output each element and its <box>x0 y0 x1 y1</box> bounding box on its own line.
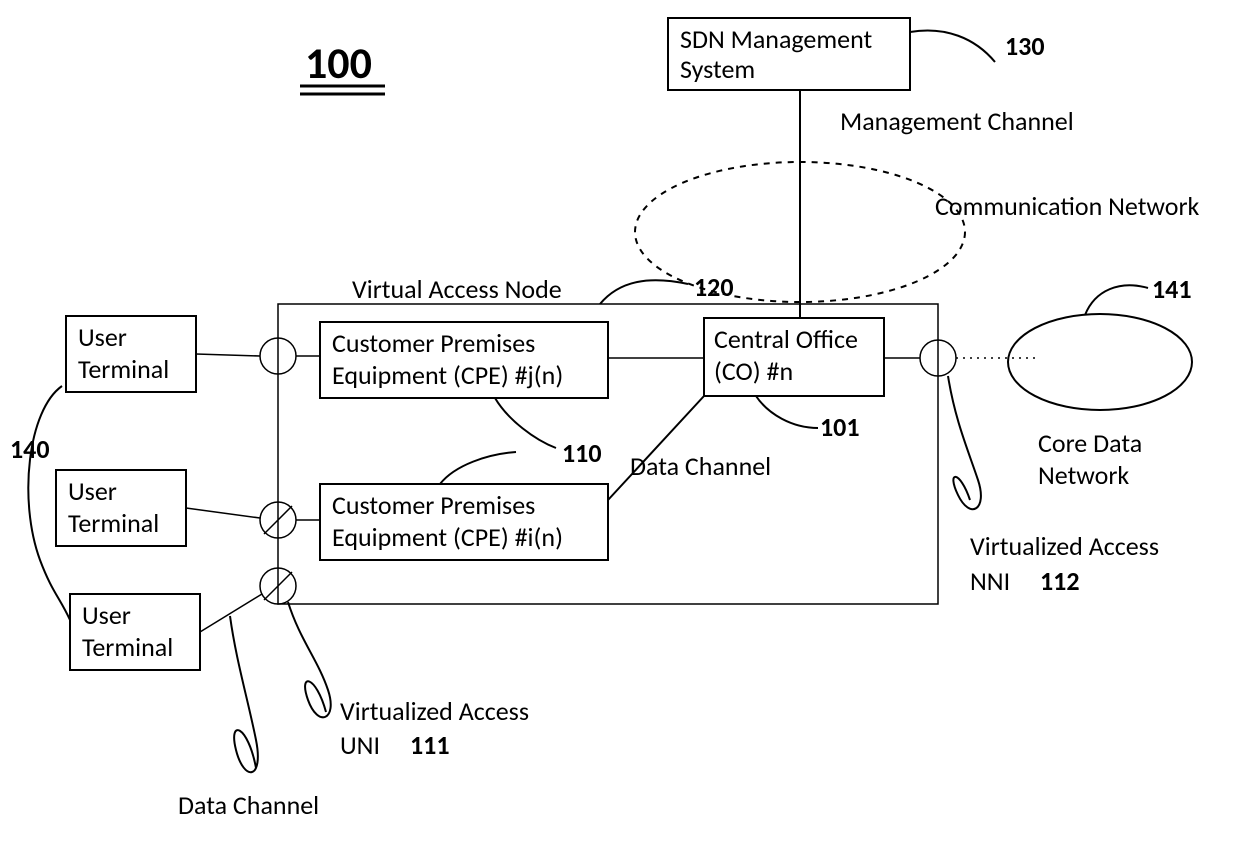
central-office-box: Central Office (CO) #n <box>704 318 884 396</box>
ut1-l1: User <box>78 321 127 353</box>
cpe-i-line2: Equipment (CPE) #i(n) <box>332 521 563 553</box>
cpe-j-line2: Equipment (CPE) #j(n) <box>332 359 563 391</box>
ref-112: 112 <box>1040 565 1080 597</box>
vuni-line1: Virtualized Access <box>340 695 529 727</box>
ut2-l2: Terminal <box>68 507 159 539</box>
cpe-j-line1: Customer Premises <box>332 327 535 359</box>
ut3-l2: Terminal <box>82 631 173 663</box>
user-terminal-1: User Terminal <box>66 316 196 392</box>
sdn-line1: SDN Management <box>680 23 872 55</box>
van-label: Virtual Access Node <box>352 273 562 305</box>
sdn-line2: System <box>680 53 755 85</box>
ut3-l1: User <box>82 599 131 631</box>
ref-110a: 110 <box>562 437 602 469</box>
core-line1: Core Data <box>1038 427 1142 459</box>
figure-number: 100 <box>305 36 372 90</box>
ut2-l1: User <box>68 475 117 507</box>
vnni-line1: Virtualized Access <box>970 530 1159 562</box>
data-channel-bottom-label: Data Channel <box>178 789 319 821</box>
ref-101: 101 <box>820 411 860 443</box>
ref-130: 130 <box>1005 30 1045 62</box>
ut1-l2: Terminal <box>78 353 169 385</box>
co-line2: (CO) #n <box>714 355 793 387</box>
cpe-j-box: Customer Premises Equipment (CPE) #j(n) <box>320 322 608 398</box>
user-terminal-3: User Terminal <box>70 594 200 670</box>
ref-140: 140 <box>10 433 50 465</box>
sdn-box: SDN Management System <box>668 18 910 90</box>
co-line1: Central Office <box>714 323 858 355</box>
vnni-line2: NNI <box>970 565 1010 597</box>
ref-120: 120 <box>694 271 734 303</box>
cpe-i-line1: Customer Premises <box>332 489 535 521</box>
data-channel-center-label: Data Channel <box>630 450 771 482</box>
cpe-i-box: Customer Premises Equipment (CPE) #i(n) <box>320 484 608 560</box>
user-terminal-2: User Terminal <box>56 470 186 546</box>
ref-111: 111 <box>410 729 450 761</box>
mgmt-channel-label: Management Channel <box>840 105 1074 137</box>
core-line2: Network <box>1038 459 1129 491</box>
ref-141: 141 <box>1152 273 1192 305</box>
communication-network-label: Communication Network <box>935 190 1200 222</box>
core-network-ellipse <box>1008 314 1192 410</box>
vuni-line2: UNI <box>340 729 380 761</box>
